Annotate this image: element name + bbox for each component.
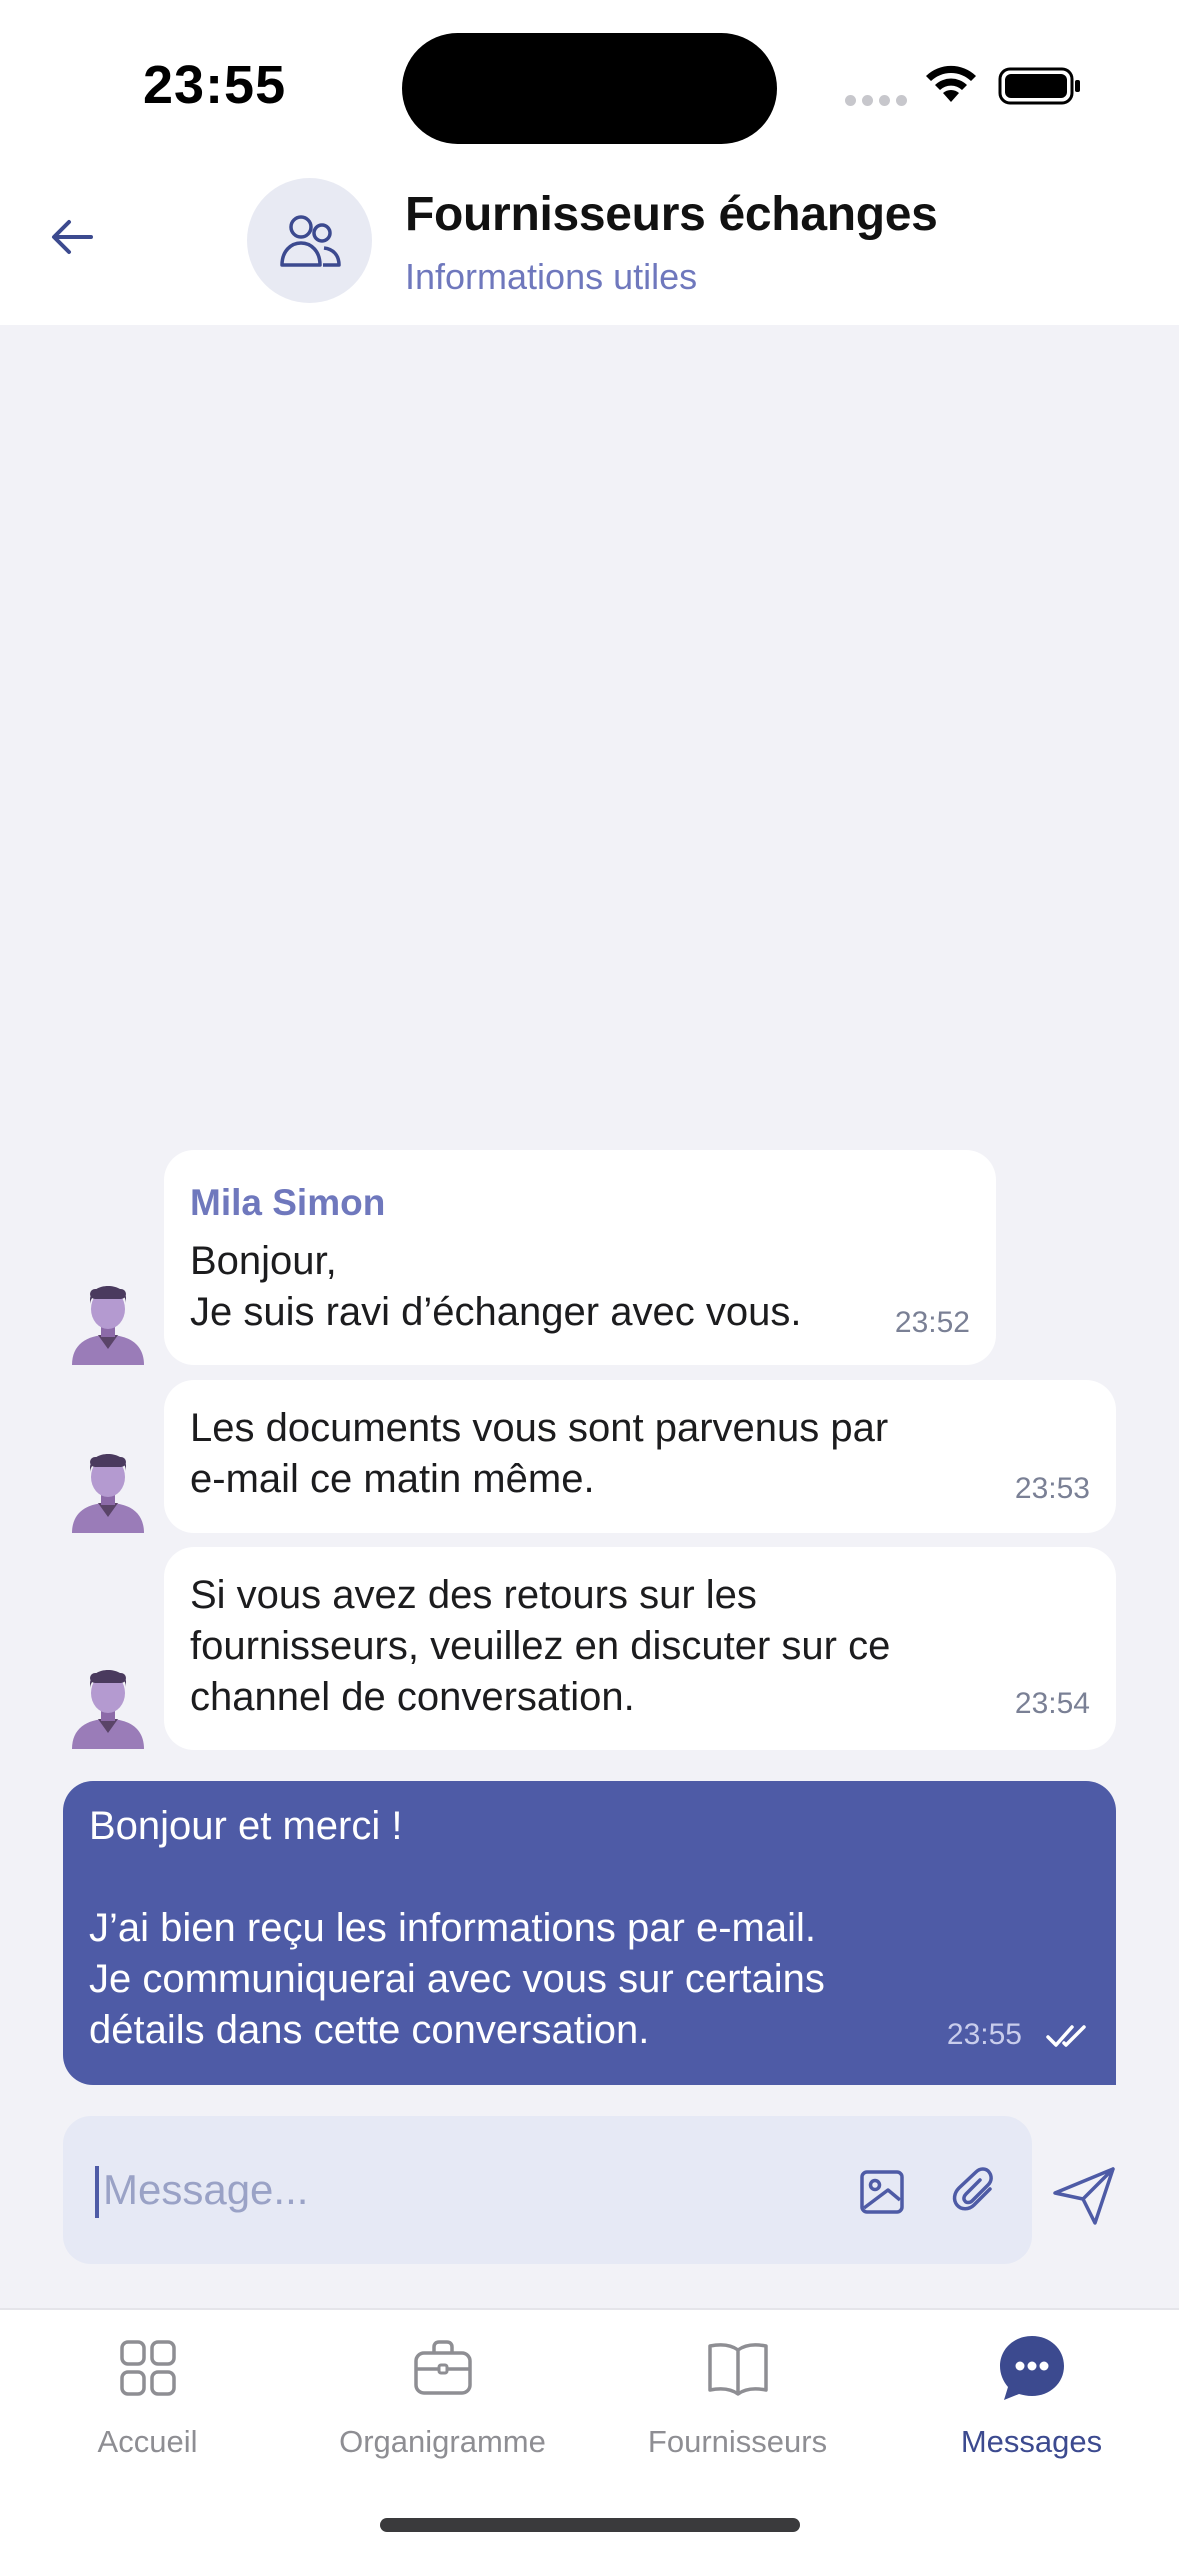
chat-header: [0, 160, 1179, 325]
message-text: Bonjour et merci ! J’ai bien reçu les in…: [89, 1804, 825, 2052]
cellular-signal-icon: [845, 95, 907, 106]
message-time: 23:53: [1014, 1472, 1090, 1505]
message-input[interactable]: [95, 2148, 843, 2232]
message-time: 23:55: [946, 2018, 1022, 2051]
status-time: 23:55: [143, 55, 287, 115]
group-avatar[interactable]: [247, 178, 372, 303]
wifi-icon: [926, 65, 976, 102]
message-bubble[interactable]: Les documents vous sont parvenus par e-m…: [164, 1380, 1116, 1533]
image-icon: [860, 2170, 904, 2214]
message-time: 23:52: [894, 1306, 970, 1339]
back-button[interactable]: [40, 205, 104, 269]
users-icon: [279, 214, 341, 267]
message-text: Bonjour, Je suis ravi d’échanger avec vo…: [190, 1239, 802, 1334]
chat-bubble-icon: [999, 2336, 1064, 2400]
dynamic-island: [402, 33, 777, 144]
briefcase-icon: [413, 2340, 472, 2395]
send-icon: [1053, 2167, 1115, 2225]
tab-label: Organigramme: [339, 2424, 546, 2459]
tab-organigramme[interactable]: Organigramme: [295, 2320, 590, 2480]
sender-avatar: [72, 1286, 144, 1365]
message-text: Si vous avez des retours sur les fournis…: [190, 1573, 891, 1719]
sender-avatar: [72, 1670, 144, 1749]
tab-accueil[interactable]: Accueil: [0, 2320, 295, 2480]
message-sender: Mila Simon: [190, 1182, 386, 1223]
image-button[interactable]: [850, 2160, 914, 2224]
send-button[interactable]: [1048, 2160, 1120, 2232]
outgoing-message-bubble[interactable]: Bonjour et merci ! J’ai bien reçu les in…: [63, 1781, 1116, 2085]
tab-label: Fournisseurs: [647, 2424, 828, 2459]
chat-subtitle: Informations utiles: [405, 256, 698, 297]
battery-icon: [998, 67, 1080, 105]
message-text: Les documents vous sont parvenus par e-m…: [190, 1406, 889, 1501]
arrow-left-icon: [52, 220, 93, 254]
tab-label: Accueil: [97, 2424, 198, 2459]
home-indicator: [380, 2518, 800, 2532]
message-time: 23:54: [1014, 1687, 1090, 1720]
tab-messages[interactable]: Messages: [884, 2320, 1179, 2480]
tab-fournisseurs[interactable]: Fournisseurs: [590, 2320, 885, 2480]
message-bubble[interactable]: Si vous avez des retours sur les fournis…: [164, 1547, 1116, 1750]
message-bubble[interactable]: Mila Simon Bonjour, Je suis ravi d’échan…: [164, 1150, 996, 1365]
chat-title: Fournisseurs échanges: [405, 188, 938, 241]
grid-icon: [119, 2340, 176, 2396]
book-icon: [707, 2343, 768, 2396]
paperclip-icon: [952, 2167, 993, 2211]
attach-button[interactable]: [945, 2160, 1009, 2224]
tab-label: Messages: [960, 2424, 1103, 2459]
double-check-icon: [1046, 2025, 1086, 2047]
sender-avatar: [72, 1454, 144, 1533]
